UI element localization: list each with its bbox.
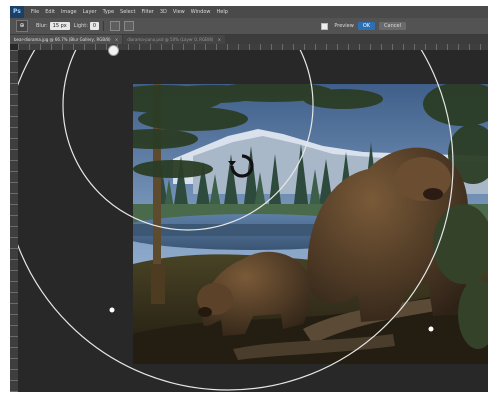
- blur-pin-icon[interactable]: [109, 307, 115, 313]
- tab-label: bear-diorama.jpg @ 66.7% (Blur Gallery, …: [14, 37, 111, 42]
- blur-amount-field[interactable]: 15 px: [49, 22, 70, 30]
- ok-button[interactable]: OK: [357, 22, 376, 30]
- close-icon[interactable]: ×: [218, 37, 221, 42]
- light-label: Light:: [73, 23, 88, 29]
- photoshop-window: Ps File Edit Image Layer Type Select Fil…: [10, 6, 488, 392]
- menu-item-3d[interactable]: 3D: [157, 9, 170, 15]
- close-icon[interactable]: ×: [115, 37, 118, 42]
- document-tabs: bear-diorama.jpg @ 66.7% (Blur Gallery, …: [10, 35, 488, 44]
- menu-item-filter[interactable]: Filter: [138, 9, 156, 15]
- app-logo: Ps: [10, 6, 24, 18]
- menu-item-image[interactable]: Image: [58, 9, 80, 15]
- tab-label: diorama-pano.psd @ 50% (Layer 0, RGB/8): [127, 37, 214, 42]
- preview-label: Preview: [334, 23, 354, 29]
- cancel-button[interactable]: Cancel: [379, 22, 406, 30]
- tab-document-2[interactable]: diorama-pano.psd @ 50% (Layer 0, RGB/8) …: [123, 35, 226, 44]
- menu-item-select[interactable]: Select: [117, 9, 138, 15]
- divider: [103, 21, 105, 31]
- diorama-photo: [133, 84, 488, 364]
- iris-blur-tool-icon[interactable]: ⊕: [16, 20, 28, 32]
- options-bar: ⊕ Blur: 15 px Light: 0 Preview OK Cancel: [10, 18, 488, 35]
- blur-center-pin-icon[interactable]: [108, 45, 119, 56]
- menu-item-window[interactable]: Window: [188, 9, 214, 15]
- menu-item-view[interactable]: View: [170, 9, 188, 15]
- menu-item-edit[interactable]: Edit: [42, 9, 58, 15]
- menu-item-layer[interactable]: Layer: [80, 9, 100, 15]
- menu-item-type[interactable]: Type: [100, 9, 117, 15]
- pin-mode-icon[interactable]: [110, 21, 121, 31]
- tab-document-active[interactable]: bear-diorama.jpg @ 66.7% (Blur Gallery, …: [10, 35, 123, 44]
- light-amount-field[interactable]: 0: [89, 22, 100, 30]
- document-canvas[interactable]: [18, 50, 488, 392]
- menu-item-help[interactable]: Help: [214, 9, 231, 15]
- remove-pins-icon[interactable]: [124, 21, 135, 31]
- preview-checkbox[interactable]: [321, 22, 329, 30]
- ruler-vertical[interactable]: [10, 50, 18, 392]
- blur-label: Blur:: [36, 23, 48, 29]
- menu-bar: Ps File Edit Image Layer Type Select Fil…: [10, 6, 488, 18]
- menu-item-file[interactable]: File: [28, 9, 42, 15]
